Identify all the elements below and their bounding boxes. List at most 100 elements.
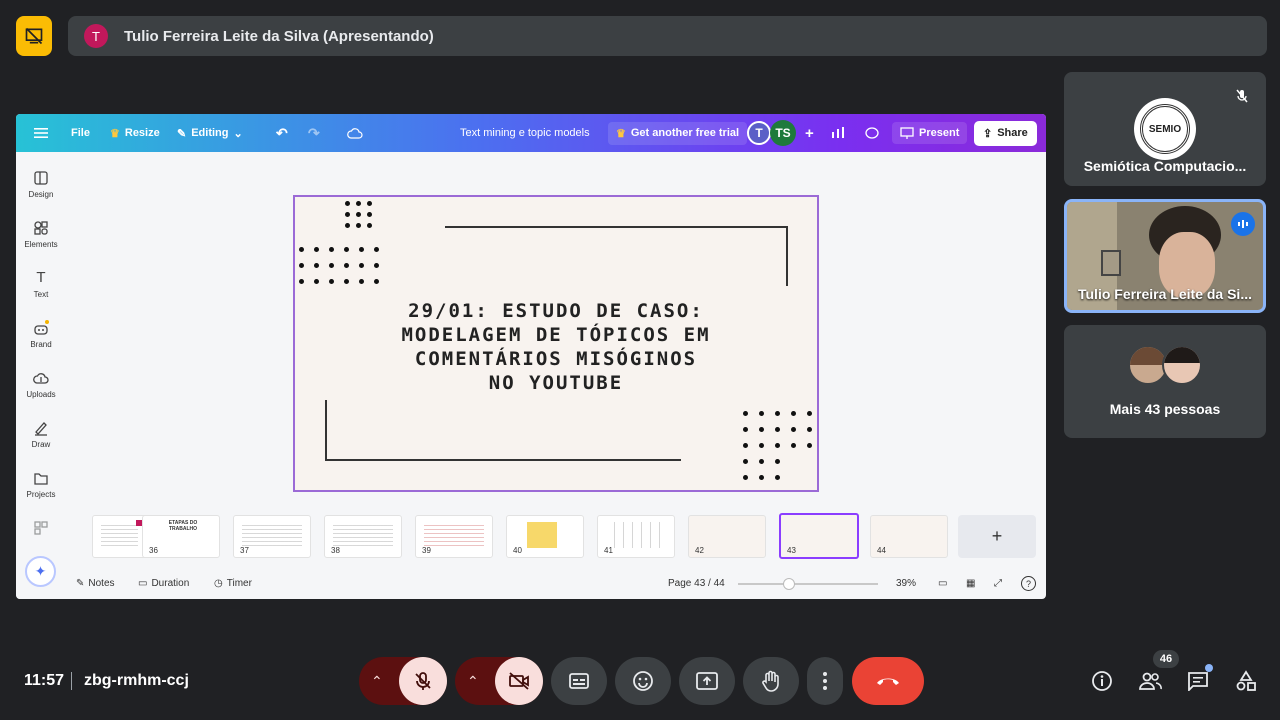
grid-view-icon[interactable]: ▦: [966, 578, 975, 589]
resize-button[interactable]: ♛ Resize: [110, 127, 160, 140]
page-thumbnail[interactable]: 37: [233, 515, 311, 558]
timer-button[interactable]: ◷ Timer: [214, 578, 252, 589]
chevron-down-icon: ⌄: [233, 127, 243, 140]
page-thumbnail[interactable]: 42: [688, 515, 766, 558]
stop-presenting-button[interactable]: [16, 16, 52, 56]
analytics-icon[interactable]: [831, 127, 845, 139]
plus-icon[interactable]: +: [805, 125, 814, 142]
canva-sidebar: Design Elements T Text Brand Uploads Dra…: [16, 152, 66, 599]
page-thumbnail[interactable]: 40: [506, 515, 584, 558]
page-thumbnail[interactable]: 44: [870, 515, 948, 558]
zoom-slider[interactable]: [738, 578, 878, 590]
sidebar-item-label: Text: [33, 290, 49, 299]
brand-icon: [34, 320, 49, 335]
camera-toggle-button[interactable]: [495, 657, 543, 705]
emoji-icon: [633, 671, 653, 691]
cloud-upload-icon: [33, 373, 49, 384]
meeting-code: zbg-rmhm-ccj: [84, 672, 189, 689]
shared-screen: File ♛ Resize ✎ Editing ⌄ ↶ ↷ Text mining e…: [16, 114, 1046, 599]
collaborators[interactable]: T TS +: [747, 120, 814, 146]
closed-captions-icon: [569, 673, 589, 689]
meeting-details-button[interactable]: [1089, 668, 1115, 694]
present-screen-button[interactable]: [679, 657, 735, 705]
page-indicator[interactable]: Page 43 / 44: [668, 578, 725, 589]
present-to-all-icon: [696, 672, 718, 690]
page-number: 37: [240, 546, 249, 555]
add-page-button[interactable]: +: [958, 515, 1036, 558]
chat-icon: [1188, 672, 1208, 691]
divider: [71, 672, 72, 690]
mic-options-chevron-icon[interactable]: ⌃: [371, 673, 383, 690]
current-slide[interactable]: 29/01: ESTUDO DE CASO: MODELAGEM DE TÓPI…: [293, 195, 819, 492]
sidebar-item-brand[interactable]: Brand: [16, 320, 66, 349]
more-options-button[interactable]: [807, 657, 843, 705]
file-menu[interactable]: File: [71, 127, 90, 139]
help-icon[interactable]: ?: [1021, 576, 1036, 591]
frame-line: [325, 400, 327, 460]
notes-button[interactable]: ✎ Notes: [76, 578, 115, 589]
avatar[interactable]: T: [747, 121, 771, 145]
fullscreen-icon[interactable]: ⤢: [994, 578, 1002, 589]
page-thumbnail[interactable]: [92, 515, 147, 558]
editing-dropdown[interactable]: ✎ Editing ⌄: [177, 127, 243, 140]
apps-icon[interactable]: [16, 520, 66, 540]
people-button[interactable]: [1137, 668, 1163, 694]
comment-icon[interactable]: [865, 126, 879, 140]
sidebar-item-uploads[interactable]: Uploads: [16, 370, 66, 399]
draw-icon: [35, 422, 47, 436]
crown-icon: ♛: [110, 127, 120, 140]
mic-toggle-button[interactable]: [399, 657, 447, 705]
zoom-level[interactable]: 39%: [896, 578, 916, 589]
raise-hand-button[interactable]: [743, 657, 799, 705]
text-icon: T: [36, 269, 46, 286]
page-thumbnail[interactable]: 39: [415, 515, 493, 558]
elements-icon: [34, 221, 48, 235]
presenter-bar: T Tulio Ferreira Leite da Silva (Apresen…: [68, 16, 1267, 56]
page-thumbnail[interactable]: 38: [324, 515, 402, 558]
activities-button[interactable]: [1233, 668, 1259, 694]
zoom-slider-handle[interactable]: [783, 578, 795, 590]
page-thumbnail[interactable]: 41: [597, 515, 675, 558]
page-number: 38: [331, 546, 340, 555]
more-participants-tile[interactable]: Mais 43 pessoas: [1064, 325, 1266, 438]
leave-call-button[interactable]: [852, 657, 924, 705]
page-number: 40: [513, 546, 522, 555]
page-thumbnail[interactable]: ETAPAS DO TRABALHO 36: [142, 515, 220, 558]
sidebar-item-draw[interactable]: Draw: [16, 420, 66, 449]
free-trial-button[interactable]: ♛ Get another free trial: [608, 121, 748, 145]
decorative-dots: [743, 411, 812, 480]
share-button[interactable]: ⇪ Share: [974, 120, 1037, 146]
duration-button[interactable]: ▭ Duration: [138, 578, 189, 589]
chat-button[interactable]: [1185, 664, 1213, 694]
document-title[interactable]: Text mining e topic models: [460, 127, 590, 139]
avatar: [1162, 345, 1202, 385]
participant-video-tile[interactable]: Tulio Ferreira Leite da Si...: [1064, 199, 1266, 313]
design-icon: [34, 171, 48, 185]
participant-tile[interactable]: SEMIO Semiótica Computacio...: [1064, 72, 1266, 186]
info-icon: [1092, 671, 1112, 691]
pages-view-icon[interactable]: ▭: [938, 578, 947, 589]
camera-options-chevron-icon[interactable]: ⌃: [467, 673, 479, 690]
frame-line: [786, 226, 788, 286]
people-count-badge: 46: [1153, 650, 1179, 668]
sidebar-item-design[interactable]: Design: [16, 170, 66, 199]
sidebar-item-elements[interactable]: Elements: [16, 220, 66, 249]
avatar[interactable]: TS: [770, 120, 796, 146]
page-number: 43: [787, 546, 796, 555]
resize-label: Resize: [124, 127, 160, 139]
captions-button[interactable]: [551, 657, 607, 705]
cloud-sync-icon[interactable]: [347, 127, 363, 139]
present-button[interactable]: Present: [892, 122, 968, 144]
reactions-button[interactable]: [615, 657, 671, 705]
semio-logo: SEMIO: [1140, 104, 1190, 154]
folder-icon: [34, 473, 48, 485]
sidebar-item-text[interactable]: T Text: [16, 269, 66, 300]
menu-icon[interactable]: [34, 127, 48, 139]
upload-icon: ⇪: [983, 127, 993, 140]
sidebar-item-projects[interactable]: Projects: [16, 470, 66, 499]
slide-title: 29/01: ESTUDO DE CASO: MODELAGEM DE TÓPI…: [295, 299, 817, 395]
undo-icon[interactable]: ↶: [276, 125, 288, 142]
page-thumbnail-active[interactable]: 43: [779, 513, 859, 559]
redo-icon[interactable]: ↷: [308, 125, 320, 142]
page-number: 42: [695, 546, 704, 555]
